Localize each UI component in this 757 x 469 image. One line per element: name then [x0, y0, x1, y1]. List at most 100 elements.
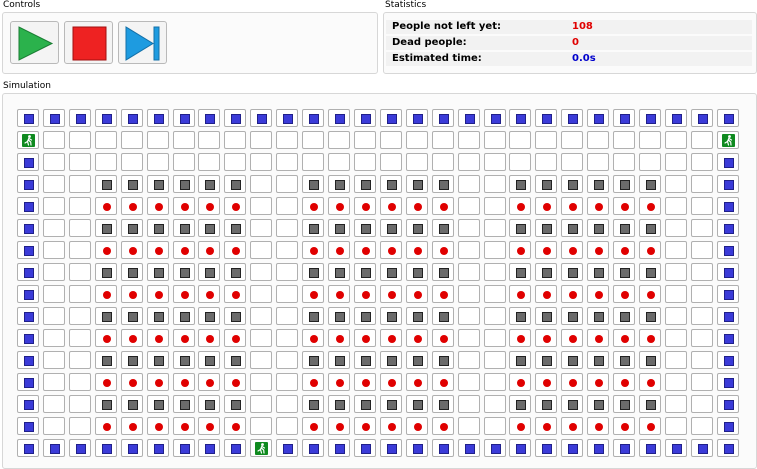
grid-cell-empty[interactable] — [691, 197, 713, 215]
grid-cell-obstacle[interactable] — [95, 307, 117, 325]
grid-cell-empty[interactable] — [691, 241, 713, 259]
grid-cell-obstacle[interactable] — [121, 175, 143, 193]
grid-cell-wall[interactable] — [69, 109, 91, 127]
grid-cell-empty[interactable] — [43, 219, 65, 237]
grid-cell-wall[interactable] — [535, 109, 557, 127]
grid-cell-person[interactable] — [147, 329, 169, 347]
grid-cell-wall[interactable] — [224, 109, 246, 127]
grid-cell-person[interactable] — [535, 197, 557, 215]
grid-cell-obstacle[interactable] — [224, 263, 246, 281]
grid-cell-obstacle[interactable] — [587, 351, 609, 369]
grid-cell-person[interactable] — [328, 197, 350, 215]
grid-cell-empty[interactable] — [665, 351, 687, 369]
grid-cell-empty[interactable] — [484, 395, 506, 413]
grid-cell-empty[interactable] — [380, 131, 402, 149]
grid-cell-person[interactable] — [121, 241, 143, 259]
grid-cell-wall[interactable] — [17, 109, 39, 127]
grid-cell-empty[interactable] — [561, 153, 583, 171]
grid-cell-person[interactable] — [380, 373, 402, 391]
grid-cell-obstacle[interactable] — [328, 307, 350, 325]
grid-cell-person[interactable] — [354, 241, 376, 259]
grid-cell-person[interactable] — [224, 285, 246, 303]
grid-cell-person[interactable] — [639, 285, 661, 303]
grid-cell-empty[interactable] — [665, 373, 687, 391]
grid-cell-empty[interactable] — [691, 329, 713, 347]
grid-cell-empty[interactable] — [276, 329, 298, 347]
grid-cell-person[interactable] — [224, 197, 246, 215]
grid-cell-obstacle[interactable] — [509, 175, 531, 193]
grid-cell-wall[interactable] — [717, 153, 739, 171]
grid-cell-empty[interactable] — [302, 131, 324, 149]
grid-cell-empty[interactable] — [173, 131, 195, 149]
grid-cell-empty[interactable] — [276, 395, 298, 413]
grid-cell-empty[interactable] — [69, 351, 91, 369]
grid-cell-empty[interactable] — [69, 285, 91, 303]
grid-cell-person[interactable] — [198, 329, 220, 347]
grid-cell-empty[interactable] — [458, 197, 480, 215]
grid-cell-empty[interactable] — [691, 417, 713, 435]
grid-cell-empty[interactable] — [250, 395, 272, 413]
grid-cell-obstacle[interactable] — [509, 263, 531, 281]
grid-cell-wall[interactable] — [328, 439, 350, 457]
grid-cell-person[interactable] — [613, 373, 635, 391]
grid-cell-person[interactable] — [432, 197, 454, 215]
grid-cell-obstacle[interactable] — [432, 351, 454, 369]
grid-cell-wall[interactable] — [198, 109, 220, 127]
grid-cell-empty[interactable] — [43, 417, 65, 435]
grid-cell-obstacle[interactable] — [147, 219, 169, 237]
grid-cell-person[interactable] — [406, 197, 428, 215]
grid-cell-obstacle[interactable] — [328, 175, 350, 193]
grid-cell-wall[interactable] — [17, 307, 39, 325]
grid-cell-empty[interactable] — [173, 153, 195, 171]
grid-cell-wall[interactable] — [665, 439, 687, 457]
grid-cell-obstacle[interactable] — [224, 351, 246, 369]
grid-cell-obstacle[interactable] — [198, 351, 220, 369]
grid-cell-empty[interactable] — [509, 131, 531, 149]
grid-cell-wall[interactable] — [484, 439, 506, 457]
grid-cell-person[interactable] — [432, 329, 454, 347]
grid-cell-empty[interactable] — [665, 197, 687, 215]
grid-cell-obstacle[interactable] — [432, 395, 454, 413]
grid-cell-person[interactable] — [147, 197, 169, 215]
grid-cell-empty[interactable] — [484, 329, 506, 347]
grid-cell-person[interactable] — [380, 329, 402, 347]
grid-cell-empty[interactable] — [276, 219, 298, 237]
grid-cell-obstacle[interactable] — [224, 175, 246, 193]
grid-cell-empty[interactable] — [224, 153, 246, 171]
grid-cell-empty[interactable] — [458, 373, 480, 391]
grid-cell-empty[interactable] — [276, 241, 298, 259]
grid-cell-obstacle[interactable] — [613, 219, 635, 237]
grid-cell-empty[interactable] — [458, 285, 480, 303]
grid-cell-person[interactable] — [147, 241, 169, 259]
grid-cell-person[interactable] — [354, 197, 376, 215]
grid-cell-empty[interactable] — [276, 351, 298, 369]
grid-cell-person[interactable] — [406, 241, 428, 259]
grid-cell-person[interactable] — [561, 197, 583, 215]
grid-cell-wall[interactable] — [380, 439, 402, 457]
grid-cell-wall[interactable] — [432, 439, 454, 457]
grid-cell-obstacle[interactable] — [509, 219, 531, 237]
grid-cell-obstacle[interactable] — [224, 395, 246, 413]
grid-cell-person[interactable] — [328, 285, 350, 303]
grid-cell-person[interactable] — [173, 197, 195, 215]
grid-cell-wall[interactable] — [17, 439, 39, 457]
grid-cell-obstacle[interactable] — [95, 395, 117, 413]
grid-cell-wall[interactable] — [302, 439, 324, 457]
grid-cell-wall[interactable] — [587, 439, 609, 457]
grid-cell-obstacle[interactable] — [561, 307, 583, 325]
grid-cell-person[interactable] — [613, 285, 635, 303]
grid-cell-obstacle[interactable] — [147, 307, 169, 325]
grid-cell-obstacle[interactable] — [613, 307, 635, 325]
grid-cell-obstacle[interactable] — [406, 395, 428, 413]
grid-cell-person[interactable] — [406, 285, 428, 303]
grid-cell-wall[interactable] — [17, 417, 39, 435]
grid-cell-person[interactable] — [380, 417, 402, 435]
grid-cell-obstacle[interactable] — [224, 307, 246, 325]
grid-cell-person[interactable] — [535, 285, 557, 303]
grid-cell-person[interactable] — [613, 241, 635, 259]
grid-cell-empty[interactable] — [458, 417, 480, 435]
grid-cell-empty[interactable] — [121, 131, 143, 149]
grid-cell-empty[interactable] — [69, 263, 91, 281]
grid-cell-wall[interactable] — [250, 109, 272, 127]
grid-cell-obstacle[interactable] — [535, 263, 557, 281]
